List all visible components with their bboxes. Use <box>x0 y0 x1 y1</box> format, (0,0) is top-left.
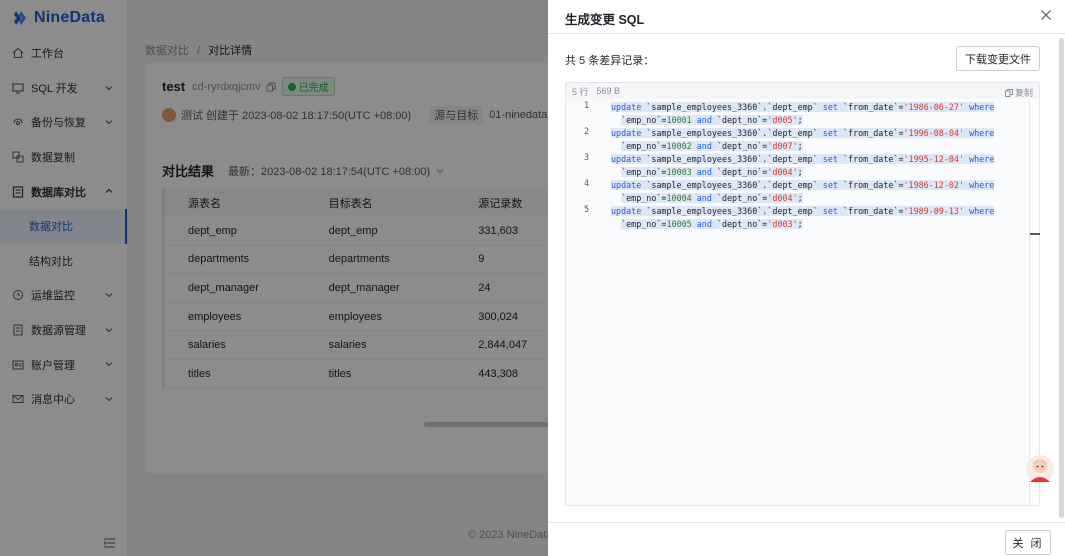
sql-from-date: 1996-08-04 <box>908 128 959 139</box>
sql-statement[interactable]: update `sample_employees_3360`.`dept_emp… <box>611 179 1011 205</box>
diff-count-text: 共 5 条差异记录： <box>565 55 655 67</box>
ruler-position-marker <box>1030 233 1040 235</box>
line-number: 3 <box>584 153 590 164</box>
sql-line: 3 update `sample_employees_3360`.`dept_e… <box>566 153 1039 179</box>
sql-emp-no: 10004 <box>666 193 692 204</box>
line-number: 5 <box>584 205 590 216</box>
assistant-avatar-icon[interactable] <box>1025 452 1055 486</box>
sql-emp-no: 10002 <box>666 141 692 152</box>
sql-code-viewer: 5 行 569 B 复制 1 update `sample_employees_… <box>565 82 1040 506</box>
code-overview-ruler[interactable] <box>1029 99 1040 505</box>
sql-statement[interactable]: update `sample_employees_3360`.`dept_emp… <box>611 153 1011 179</box>
file-size: 569 B <box>596 86 621 96</box>
copy-label: 复制 <box>1014 88 1033 98</box>
sql-line: 2 update `sample_employees_3360`.`dept_e… <box>566 127 1039 153</box>
drawer-overlay-mask[interactable] <box>0 0 548 556</box>
drawer-footer: 关 闭 <box>548 522 1065 556</box>
sql-dept-no: d005 <box>772 115 793 125</box>
line-number: 1 <box>584 101 590 111</box>
sql-from-date: 1995-12-04 <box>908 154 959 165</box>
drawer-title: 生成变更 SQL <box>565 13 645 27</box>
download-change-file-button[interactable]: 下载变更文件 <box>956 46 1040 71</box>
drawer-vertical-scrollbar[interactable] <box>1059 38 1064 518</box>
line-number: 2 <box>584 127 590 138</box>
sql-line: 1 update `sample_employees_3360`.`dept_e… <box>566 101 1039 127</box>
drawer-header: 生成变更 SQL <box>548 0 1065 34</box>
sql-dept-no: d004 <box>772 193 793 204</box>
sql-emp-no: 10003 <box>666 167 692 178</box>
code-lines: 1 update `sample_employees_3360`.`dept_e… <box>566 99 1039 231</box>
sql-statement[interactable]: update `sample_employees_3360`.`dept_emp… <box>611 127 1011 153</box>
sql-statement[interactable]: update `sample_employees_3360`.`dept_emp… <box>611 205 1011 231</box>
copy-code-button[interactable]: 复制 <box>1004 86 1033 99</box>
code-meta-bar: 5 行 569 B 复制 <box>566 83 1039 99</box>
sql-line: 4 update `sample_employees_3360`.`dept_e… <box>566 179 1039 205</box>
generate-sql-drawer: 生成变更 SQL 共 5 条差异记录： 下载变更文件 5 行 569 B 复制 … <box>548 0 1065 556</box>
close-button[interactable]: 关 闭 <box>1005 530 1051 555</box>
line-count: 5 行 <box>572 86 589 97</box>
sql-dept-no: d007 <box>772 141 793 152</box>
sql-from-date: 1989-09-13 <box>908 206 959 217</box>
line-number: 4 <box>584 179 590 190</box>
close-icon[interactable] <box>1040 9 1052 21</box>
sql-emp-no: 10005 <box>666 219 692 230</box>
sql-from-date: 1986-06-27 <box>908 102 959 112</box>
sql-dept-no: d003 <box>772 219 793 230</box>
sql-dept-no: d004 <box>772 167 793 178</box>
sql-line: 5 update `sample_employees_3360`.`dept_e… <box>566 205 1039 231</box>
sql-from-date: 1986-12-02 <box>908 180 959 191</box>
copy-icon <box>1004 88 1013 97</box>
sql-emp-no: 10001 <box>666 115 692 125</box>
sql-statement[interactable]: update `sample_employees_3360`.`dept_emp… <box>611 101 1011 127</box>
